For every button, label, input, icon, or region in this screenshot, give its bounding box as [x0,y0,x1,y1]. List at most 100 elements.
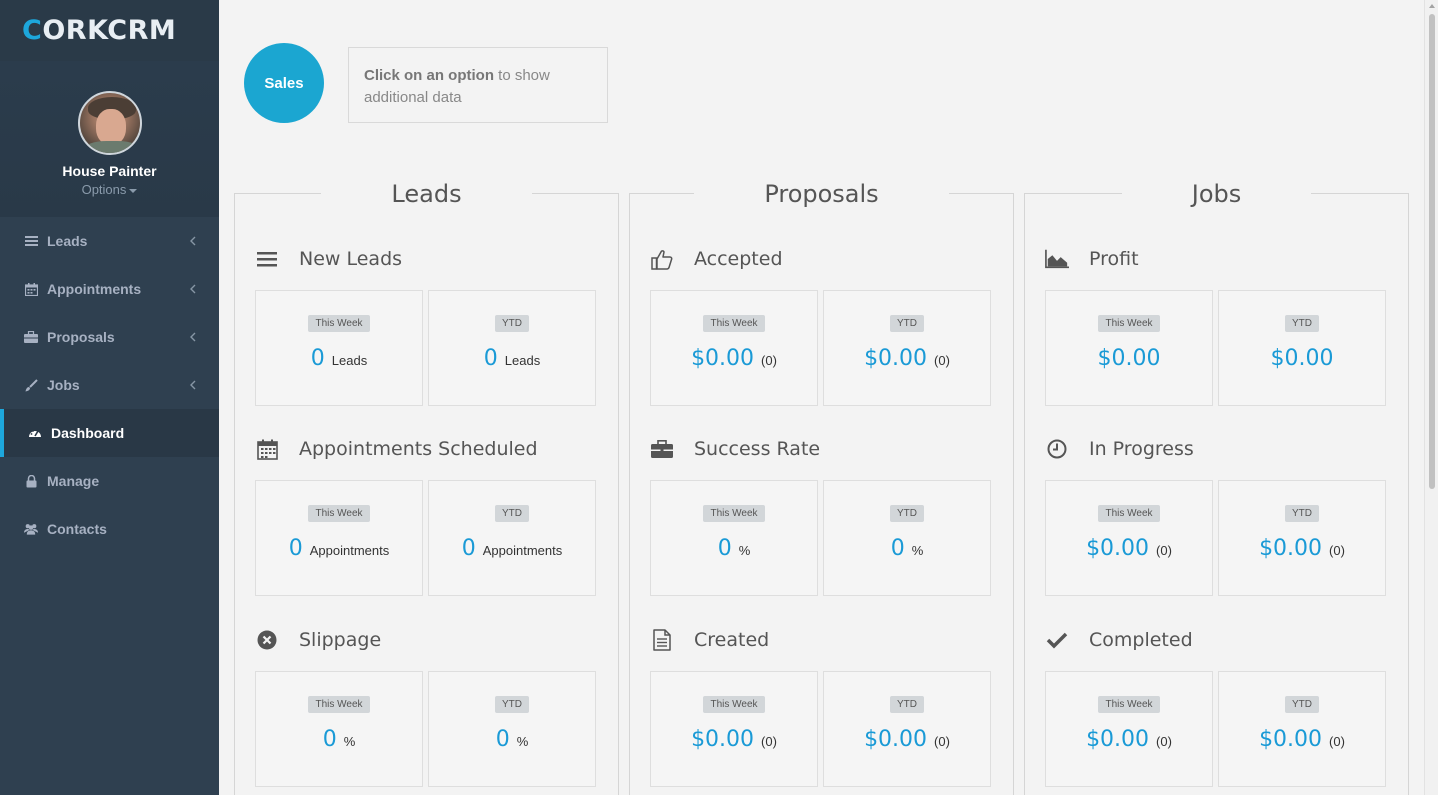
stat-unit: % [343,734,356,749]
chevron-left-icon [189,234,201,246]
stat-card-ytd[interactable]: YTD $0.00 (0) [1218,671,1386,787]
stat-value: $0.00 [1259,536,1323,561]
x-circle-icon [255,628,279,652]
period-badge: This Week [308,696,370,713]
stat-unit: % [911,543,924,558]
briefcase-icon [24,330,38,344]
list-icon [24,234,38,248]
check-icon [1045,628,1069,652]
stat-value: 0 [310,346,325,371]
dashboard-icon [28,426,42,440]
period-badge: YTD [1285,505,1319,522]
stat-value: 0 [322,727,337,752]
sidebar-item-appointments[interactable]: Appointments [0,265,219,313]
stat-value: $0.00 [1086,536,1150,561]
stat-card-this-week[interactable]: This Week 0 % [255,671,423,787]
stat-card-ytd[interactable]: YTD $0.00 [1218,290,1386,406]
sidebar-item-contacts[interactable]: Contacts [0,505,219,553]
section-title: Success Rate [694,438,821,460]
sales-button[interactable]: Sales [244,43,324,123]
stat-card-ytd[interactable]: YTD 0 Leads [428,290,596,406]
stat-unit: (0) [1329,734,1345,749]
stat-value: $0.00 [1097,346,1161,371]
main-content: Sales Click on an option to show additio… [219,0,1424,795]
stat-card-this-week[interactable]: This Week $0.00 [1045,290,1213,406]
sidebar-item-proposals[interactable]: Proposals [0,313,219,361]
stat-value: 0 [461,536,476,561]
section-in-progress: In Progress This Week $0.00 (0) YTD $0.00 … [1045,434,1388,596]
stat-card-ytd[interactable]: YTD 0 Appointments [428,480,596,596]
stat-value: 0 [890,536,905,561]
period-badge: This Week [703,505,765,522]
sidebar-item-jobs[interactable]: Jobs [0,361,219,409]
stat-card-this-week[interactable]: This Week $0.00 (0) [650,671,818,787]
calendar-icon [24,282,38,296]
sidebar-nav: Leads Appointments Proposals Jobs Dashbo… [0,217,219,553]
chevron-left-icon [189,378,201,390]
sidebar-item-label: Appointments [47,281,142,297]
caret-down-icon [129,188,138,193]
sidebar-item-label: Manage [47,473,100,489]
section-title: In Progress [1089,438,1194,460]
stat-card-this-week[interactable]: This Week $0.00 (0) [1045,480,1213,596]
clock-icon [1045,437,1069,461]
chevron-left-icon [189,330,201,342]
stat-card-ytd[interactable]: YTD $0.00 (0) [1218,480,1386,596]
app-logo[interactable]: C ORKCRM [22,15,176,46]
avatar[interactable] [77,91,142,155]
stat-card-this-week[interactable]: This Week 0 % [650,480,818,596]
scrollbar-thumb[interactable] [1429,14,1435,489]
sidebar: C ORKCRM House Painter Options Leads Appo… [0,0,219,795]
stat-unit: Appointments [482,543,563,558]
document-icon [650,628,674,652]
stat-card-ytd[interactable]: YTD 0 % [428,671,596,787]
section-new-leads: New Leads This Week 0 Leads YTD 0 Leads [255,244,598,406]
sidebar-item-manage[interactable]: Manage [0,457,219,505]
stat-card-ytd[interactable]: YTD $0.00 (0) [823,290,991,406]
stat-value: 0 [495,727,510,752]
stat-card-this-week[interactable]: This Week 0 Leads [255,290,423,406]
scroll-up-arrow-icon[interactable] [1429,4,1435,8]
period-badge: This Week [703,315,765,332]
lock-icon [24,474,38,488]
period-badge: This Week [308,505,370,522]
period-badge: This Week [703,696,765,713]
profile-name: House Painter [62,163,157,179]
column-title: Leads [235,180,618,208]
stat-card-ytd[interactable]: YTD 0 % [823,480,991,596]
stat-unit: (0) [761,734,777,749]
vertical-scrollbar[interactable] [1424,0,1438,795]
section-created: Created This Week $0.00 (0) YTD $0.00 (0) [650,625,993,787]
stat-card-this-week[interactable]: This Week $0.00 (0) [650,290,818,406]
section-success-rate: Success Rate This Week 0 % YTD 0 % [650,434,993,596]
profile-panel: House Painter Options [0,61,219,217]
thumbs-up-icon [650,247,674,271]
stat-unit: (0) [1329,543,1345,558]
stat-unit: % [738,543,751,558]
column-title: Proposals [630,180,1013,208]
section-title: Appointments Scheduled [299,438,538,460]
sidebar-item-dashboard[interactable]: Dashboard [0,409,219,457]
stat-value: $0.00 [864,727,928,752]
profile-options-dropdown[interactable]: Options [0,182,219,197]
stat-card-ytd[interactable]: YTD $0.00 (0) [823,671,991,787]
stat-unit: (0) [1156,734,1172,749]
stat-unit: Appointments [309,543,390,558]
period-badge: YTD [1285,696,1319,713]
chevron-left-icon [189,282,201,294]
stat-card-this-week[interactable]: This Week 0 Appointments [255,480,423,596]
period-badge: YTD [890,696,924,713]
section-title: New Leads [299,248,403,270]
sidebar-item-label: Proposals [47,329,115,345]
stat-unit: (0) [934,734,950,749]
section-title: Slippage [299,629,382,651]
sidebar-item-leads[interactable]: Leads [0,217,219,265]
stat-card-this-week[interactable]: This Week $0.00 (0) [1045,671,1213,787]
section-profit: Profit This Week $0.00 YTD $0.00 [1045,244,1388,406]
period-badge: This Week [1098,696,1160,713]
section-completed: Completed This Week $0.00 (0) YTD $0.00 (0… [1045,625,1388,787]
bars-icon [255,247,279,271]
stat-value: $0.00 [691,346,755,371]
sidebar-item-label: Dashboard [51,425,125,441]
users-icon [24,522,38,536]
